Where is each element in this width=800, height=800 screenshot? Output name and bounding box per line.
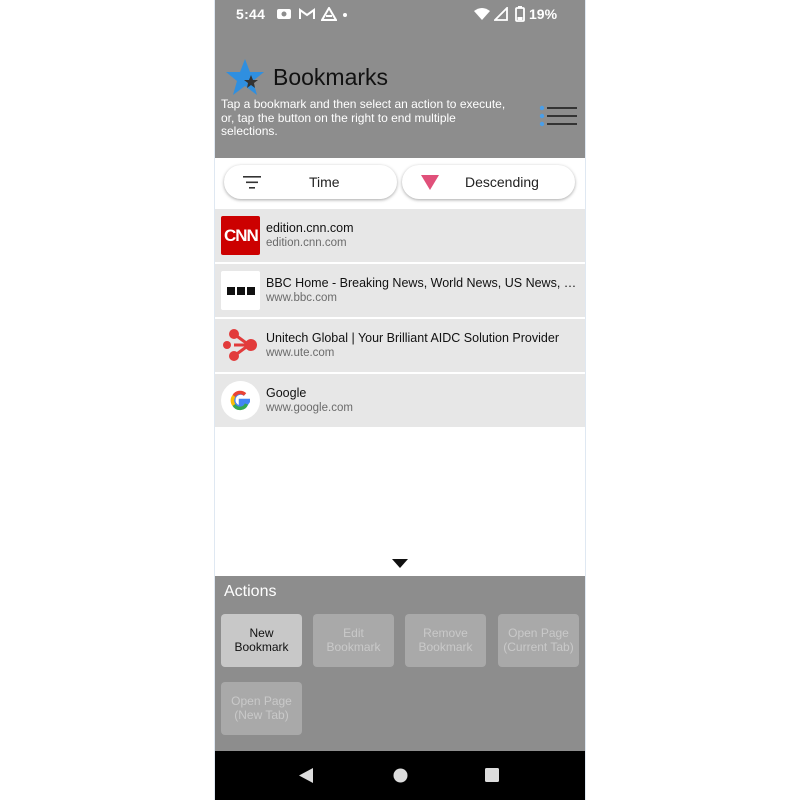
button-label: Bookmark	[326, 639, 381, 654]
button-label: Open Page	[231, 694, 292, 708]
button-label: (Current Tab)	[503, 639, 574, 654]
button-label: Edit	[343, 626, 364, 640]
bookmark-title: edition.cnn.com	[266, 221, 354, 235]
status-time: 5:44	[236, 6, 266, 22]
bookmark-title: BBC Home - Breaking News, World News, US…	[266, 276, 578, 290]
button-label: Bookmark	[234, 639, 289, 654]
battery-icon	[515, 6, 525, 22]
collapse-actions-arrow-icon[interactable]	[392, 559, 408, 568]
camera-icon	[277, 9, 291, 19]
sort-field-button[interactable]: Time	[224, 165, 397, 199]
battery-level: 19%	[529, 6, 558, 22]
bookmark-title: Unitech Global | Your Brilliant AIDC Sol…	[266, 331, 559, 345]
page-title: Bookmarks	[273, 64, 389, 90]
status-bar: 5:44 19%	[215, 0, 585, 28]
sort-bar: Time Descending	[215, 158, 585, 208]
button-label: (New Tab)	[234, 707, 289, 722]
cnn-logo-icon: CNN	[221, 216, 260, 255]
recents-square-icon[interactable]	[485, 768, 499, 782]
bookmark-url: www.google.com	[266, 402, 353, 414]
navigation-bar	[215, 751, 585, 800]
header: Bookmarks Tap a bookmark and then select…	[215, 28, 585, 158]
google-logo-icon	[221, 381, 260, 420]
bookmark-title: Google	[266, 386, 307, 400]
bookmark-item[interactable]: Google www.google.com	[215, 374, 585, 427]
edit-bookmark-button[interactable]: Edit Bookmark	[313, 614, 394, 667]
button-label: Open Page	[508, 626, 569, 640]
actions-title: Actions	[224, 583, 277, 600]
sort-order-label: Descending	[465, 174, 539, 190]
button-label: Bookmark	[418, 639, 473, 654]
back-triangle-icon[interactable]	[299, 768, 313, 783]
drive-icon	[321, 7, 337, 21]
phone-screen: 5:44 19% Bookmarks Tap a bookmark and th…	[215, 0, 585, 800]
header-description: Tap a bookmark and then select an action…	[221, 97, 506, 138]
unitech-logo-icon	[221, 326, 260, 365]
button-label: New	[249, 626, 274, 640]
sort-order-button[interactable]: Descending	[402, 165, 575, 199]
sort-field-label: Time	[309, 174, 340, 190]
button-label: Remove	[423, 626, 468, 640]
bookmark-item[interactable]: Unitech Global | Your Brilliant AIDC Sol…	[215, 319, 585, 372]
filter-lines-icon	[243, 176, 261, 189]
bookmark-list: CNN edition.cnn.com edition.cnn.com BBC …	[215, 209, 585, 429]
bookmark-item[interactable]: CNN edition.cnn.com edition.cnn.com	[215, 209, 585, 262]
dot-icon	[343, 13, 347, 17]
signal-icon	[494, 7, 508, 21]
open-page-current-tab-button[interactable]: Open Page (Current Tab)	[498, 614, 579, 667]
bookmark-url: edition.cnn.com	[266, 237, 347, 249]
triangle-down-icon	[421, 175, 439, 190]
bbc-logo-icon	[221, 271, 260, 310]
cnn-logo-text: CNN	[224, 226, 259, 245]
multi-select-list-icon[interactable]	[539, 105, 579, 133]
bookmark-item[interactable]: BBC Home - Breaking News, World News, US…	[215, 264, 585, 317]
bookmark-url: www.ute.com	[266, 347, 335, 359]
wifi-icon	[474, 8, 490, 20]
new-bookmark-button[interactable]: New Bookmark	[221, 614, 302, 667]
bookmark-url: www.bbc.com	[266, 292, 337, 304]
remove-bookmark-button[interactable]: Remove Bookmark	[405, 614, 486, 667]
home-circle-icon[interactable]	[393, 768, 408, 783]
open-page-new-tab-button[interactable]: Open Page (New Tab)	[221, 682, 302, 735]
gmail-icon	[299, 8, 315, 19]
actions-panel: Actions New Bookmark Edit Bookmark Remove B…	[215, 576, 585, 751]
star-icon	[226, 59, 264, 95]
